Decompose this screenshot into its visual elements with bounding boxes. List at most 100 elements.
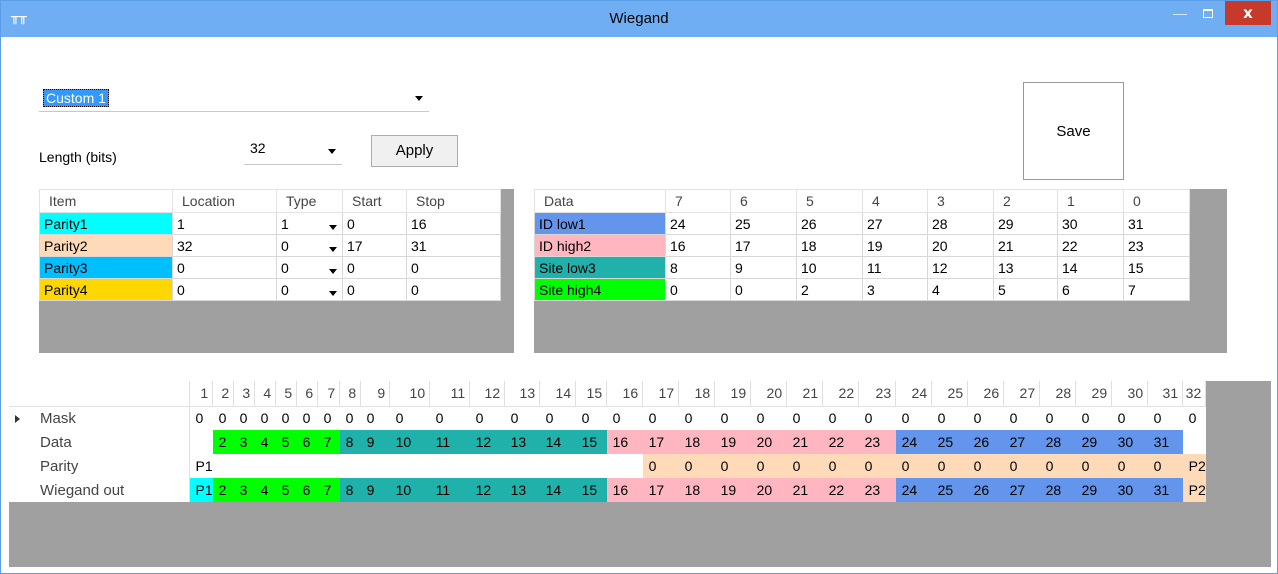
bit-column-header[interactable]: 28 — [1039, 381, 1077, 407]
bit-cell[interactable]: 0 — [967, 454, 1004, 478]
chevron-down-icon[interactable] — [329, 224, 337, 230]
bit-cell[interactable]: 28 — [1039, 478, 1076, 502]
bit-cell[interactable]: P2 — [1182, 454, 1206, 478]
column-header[interactable]: Type — [276, 189, 343, 213]
bit-cell[interactable]: 21 — [786, 430, 823, 454]
bit-cell[interactable] — [361, 454, 390, 478]
chevron-down-icon[interactable] — [329, 268, 337, 274]
data-bit-cell[interactable]: 14 — [1057, 256, 1124, 279]
data-bit-cell[interactable]: 22 — [1057, 234, 1124, 257]
bit-cell[interactable]: 15 — [575, 430, 607, 454]
bit-cell[interactable]: 3 — [233, 478, 255, 502]
bit-cell[interactable]: 9 — [360, 478, 390, 502]
bit-row-header[interactable]: Wiegand out — [9, 478, 190, 502]
column-header[interactable]: 3 — [927, 189, 994, 213]
bit-column-header[interactable]: 2 — [212, 381, 235, 407]
bit-column-header[interactable]: 6 — [296, 381, 319, 407]
bit-cell[interactable] — [318, 454, 340, 478]
bit-cell[interactable]: 0 — [643, 406, 679, 430]
bit-column-header[interactable]: 9 — [360, 381, 391, 407]
bit-cell[interactable]: 0 — [255, 406, 276, 430]
bit-cell[interactable]: 10 — [389, 430, 430, 454]
bit-cell[interactable]: 0 — [318, 406, 340, 430]
column-header[interactable]: 1 — [1057, 189, 1124, 213]
data-label-cell[interactable]: Site low3 — [534, 256, 666, 279]
data-bit-cell[interactable]: 12 — [927, 256, 994, 279]
data-bit-cell[interactable]: 7 — [1123, 278, 1190, 301]
data-bit-cell[interactable]: 10 — [796, 256, 863, 279]
data-bit-cell[interactable]: 21 — [993, 234, 1058, 257]
bit-cell[interactable]: 0 — [750, 454, 787, 478]
bit-cell[interactable]: 0 — [931, 454, 968, 478]
bit-cell[interactable]: 20 — [750, 478, 787, 502]
bit-cell[interactable]: 0 — [679, 406, 715, 430]
bit-cell[interactable]: 0 — [297, 406, 318, 430]
bit-cell[interactable]: 0 — [213, 406, 234, 430]
bit-column-header[interactable]: 22 — [822, 381, 860, 407]
bit-cell[interactable]: 0 — [642, 454, 679, 478]
data-bit-cell[interactable]: 16 — [665, 234, 731, 257]
bit-column-header[interactable]: 16 — [606, 381, 644, 407]
bit-column-header[interactable]: 10 — [389, 381, 431, 407]
bit-cell[interactable]: 13 — [504, 430, 540, 454]
parity-type-dropdown[interactable]: 0 — [276, 278, 343, 301]
bit-cell[interactable]: 14 — [539, 430, 576, 454]
bit-cell[interactable]: 16 — [606, 430, 643, 454]
maximize-button[interactable] — [1195, 1, 1221, 25]
bit-column-header[interactable]: 30 — [1111, 381, 1149, 407]
bit-cell[interactable]: 18 — [678, 478, 715, 502]
bit-cell[interactable]: 0 — [1004, 406, 1040, 430]
bit-cell[interactable]: 31 — [1147, 478, 1183, 502]
bit-cell[interactable]: 0 — [678, 454, 715, 478]
save-button[interactable]: Save — [1023, 82, 1124, 180]
bit-cell[interactable]: 0 — [470, 406, 505, 430]
bit-cell[interactable]: 4 — [254, 478, 276, 502]
bit-cell[interactable]: 26 — [967, 478, 1004, 502]
bit-cell[interactable]: 0 — [932, 406, 968, 430]
data-row[interactable]: Site high4 0 0 2 3 4 5 6 7 — [534, 278, 1190, 301]
bit-cell[interactable] — [297, 454, 318, 478]
bit-cell[interactable]: 0 — [822, 454, 859, 478]
bit-cell[interactable]: 7 — [317, 430, 340, 454]
bit-cell[interactable]: 19 — [714, 430, 751, 454]
bit-cell[interactable]: 4 — [254, 430, 276, 454]
parity-row[interactable]: Parity3 0 0 0 0 — [39, 256, 501, 279]
data-bit-cell[interactable]: 24 — [665, 212, 731, 235]
bit-cell[interactable] — [340, 454, 361, 478]
bit-cell[interactable]: 13 — [504, 478, 540, 502]
bit-cell[interactable]: 17 — [642, 430, 679, 454]
bit-cell[interactable]: 0 — [715, 406, 751, 430]
chevron-down-icon[interactable] — [329, 246, 337, 252]
bit-cell[interactable] — [234, 454, 255, 478]
bit-cell[interactable]: 9 — [360, 430, 390, 454]
bit-cell[interactable]: 0 — [968, 406, 1004, 430]
bit-column-header[interactable]: 26 — [967, 381, 1005, 407]
close-button[interactable]: x — [1225, 1, 1271, 25]
data-bit-cell[interactable]: 23 — [1123, 234, 1190, 257]
bit-cell[interactable]: 0 — [361, 406, 390, 430]
bit-cell[interactable]: 0 — [823, 406, 859, 430]
bit-column-header[interactable]: 25 — [931, 381, 969, 407]
parity-start-cell[interactable]: 0 — [342, 212, 407, 235]
bit-cell[interactable]: 0 — [340, 406, 361, 430]
bit-cell[interactable]: 15 — [575, 478, 607, 502]
bit-cell[interactable]: 19 — [714, 478, 751, 502]
bit-cell[interactable]: 22 — [822, 478, 859, 502]
bit-cell[interactable]: 30 — [1111, 478, 1148, 502]
data-bit-cell[interactable]: 19 — [862, 234, 928, 257]
column-header[interactable]: 2 — [993, 189, 1058, 213]
parity-stop-cell[interactable]: 0 — [406, 256, 501, 279]
data-bit-cell[interactable]: 2 — [796, 278, 863, 301]
bit-row[interactable]: Wiegand out P1 2 3 4 5 6 7 8 9 10 11 12 13 14 15 16 17 18 1… — [9, 478, 1206, 502]
bit-cell[interactable] — [255, 454, 276, 478]
chevron-down-icon[interactable] — [328, 149, 336, 154]
data-bit-cell[interactable]: 17 — [730, 234, 797, 257]
parity-location-cell[interactable]: 0 — [172, 256, 277, 279]
bit-column-header[interactable]: 18 — [678, 381, 716, 407]
data-bit-cell[interactable]: 28 — [927, 212, 994, 235]
data-bit-cell[interactable]: 9 — [730, 256, 797, 279]
bit-cell[interactable]: 0 — [505, 406, 540, 430]
bit-cell[interactable]: 8 — [339, 430, 361, 454]
bit-cell[interactable]: 0 — [1039, 454, 1076, 478]
bit-column-header[interactable]: 24 — [895, 381, 933, 407]
